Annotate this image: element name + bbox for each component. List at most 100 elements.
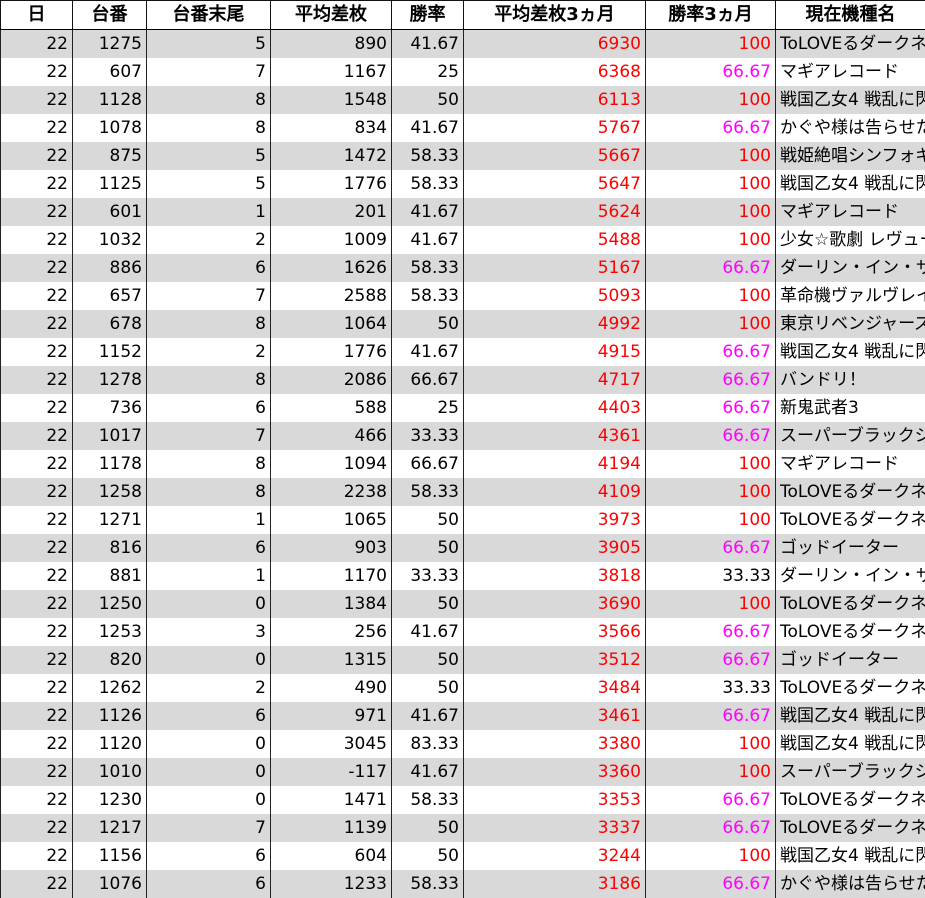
cell-day[interactable]: 22 — [1, 562, 73, 590]
cell-win-rate-3m[interactable]: 100 — [646, 590, 776, 618]
cell-win-rate[interactable]: 50 — [392, 534, 464, 562]
cell-last-digit[interactable]: 2 — [147, 226, 271, 254]
cell-current-model[interactable]: 新鬼武者3 — [776, 394, 925, 422]
cell-day[interactable]: 22 — [1, 366, 73, 394]
cell-avg-diff[interactable]: 1776 — [271, 170, 392, 198]
cell-day[interactable]: 22 — [1, 730, 73, 758]
cell-day[interactable]: 22 — [1, 338, 73, 366]
cell-win-rate[interactable]: 66.67 — [392, 450, 464, 478]
cell-win-rate[interactable]: 33.33 — [392, 422, 464, 450]
cell-current-model[interactable]: 革命機ヴァルヴレイヴ — [776, 282, 925, 310]
cell-win-rate-3m[interactable]: 66.67 — [646, 618, 776, 646]
cell-last-digit[interactable]: 8 — [147, 450, 271, 478]
cell-day[interactable]: 22 — [1, 86, 73, 114]
cell-win-rate-3m[interactable]: 66.67 — [646, 870, 776, 898]
cell-machine-number[interactable]: 1128 — [73, 86, 147, 114]
cell-last-digit[interactable]: 0 — [147, 786, 271, 814]
cell-current-model[interactable]: マギアレコード — [776, 450, 925, 478]
cell-machine-number[interactable]: 816 — [73, 534, 147, 562]
cell-day[interactable]: 22 — [1, 394, 73, 422]
cell-last-digit[interactable]: 0 — [147, 590, 271, 618]
cell-day[interactable]: 22 — [1, 422, 73, 450]
header-machine-number[interactable]: 台番 — [73, 1, 147, 30]
cell-machine-number[interactable]: 1156 — [73, 842, 147, 870]
header-day[interactable]: 日 — [1, 1, 73, 30]
cell-current-model[interactable]: ダーリン・イン・ザ・フランキス — [776, 562, 925, 590]
cell-last-digit[interactable]: 8 — [147, 86, 271, 114]
cell-current-model[interactable]: 少女☆歌劇 レヴュースタァライト — [776, 226, 925, 254]
cell-win-rate[interactable]: 25 — [392, 58, 464, 86]
cell-avg-diff-3m[interactable]: 3337 — [464, 814, 646, 842]
cell-avg-diff[interactable]: 1548 — [271, 86, 392, 114]
cell-avg-diff[interactable]: 2238 — [271, 478, 392, 506]
cell-machine-number[interactable]: 1278 — [73, 366, 147, 394]
cell-current-model[interactable]: 戦国乙女4 戦乱に閃く炯眼の軍師 — [776, 86, 925, 114]
cell-avg-diff-3m[interactable]: 3360 — [464, 758, 646, 786]
cell-current-model[interactable]: 戦国乙女4 戦乱に閃く炯眼の軍師 — [776, 170, 925, 198]
header-current-model[interactable]: 現在機種名 — [776, 1, 925, 30]
cell-win-rate[interactable]: 50 — [392, 310, 464, 338]
cell-avg-diff-3m[interactable]: 6930 — [464, 30, 646, 58]
cell-win-rate[interactable]: 58.33 — [392, 786, 464, 814]
cell-last-digit[interactable]: 6 — [147, 394, 271, 422]
cell-last-digit[interactable]: 6 — [147, 534, 271, 562]
cell-win-rate[interactable]: 41.67 — [392, 618, 464, 646]
cell-avg-diff[interactable]: 1170 — [271, 562, 392, 590]
cell-last-digit[interactable]: 6 — [147, 254, 271, 282]
cell-avg-diff-3m[interactable]: 3461 — [464, 702, 646, 730]
cell-avg-diff-3m[interactable]: 5767 — [464, 114, 646, 142]
cell-machine-number[interactable]: 1010 — [73, 758, 147, 786]
cell-current-model[interactable]: ToLOVEるダークネス — [776, 674, 925, 702]
cell-day[interactable]: 22 — [1, 170, 73, 198]
cell-avg-diff-3m[interactable]: 3244 — [464, 842, 646, 870]
cell-win-rate-3m[interactable]: 100 — [646, 86, 776, 114]
cell-current-model[interactable]: ToLOVEるダークネス — [776, 478, 925, 506]
cell-last-digit[interactable]: 5 — [147, 142, 271, 170]
cell-avg-diff-3m[interactable]: 3484 — [464, 674, 646, 702]
cell-current-model[interactable]: ToLOVEるダークネス — [776, 786, 925, 814]
cell-machine-number[interactable]: 1250 — [73, 590, 147, 618]
cell-day[interactable]: 22 — [1, 226, 73, 254]
cell-last-digit[interactable]: 7 — [147, 282, 271, 310]
cell-current-model[interactable]: ToLOVEるダークネス — [776, 618, 925, 646]
cell-machine-number[interactable]: 1125 — [73, 170, 147, 198]
cell-win-rate-3m[interactable]: 66.67 — [646, 814, 776, 842]
cell-win-rate[interactable]: 83.33 — [392, 730, 464, 758]
cell-avg-diff[interactable]: 1233 — [271, 870, 392, 898]
cell-machine-number[interactable]: 886 — [73, 254, 147, 282]
cell-win-rate[interactable]: 41.67 — [392, 758, 464, 786]
cell-current-model[interactable]: ダーリン・イン・ザ・フランキス — [776, 254, 925, 282]
cell-win-rate[interactable]: 50 — [392, 86, 464, 114]
cell-win-rate[interactable]: 50 — [392, 814, 464, 842]
cell-machine-number[interactable]: 1258 — [73, 478, 147, 506]
cell-avg-diff[interactable]: 588 — [271, 394, 392, 422]
header-win-rate-3m[interactable]: 勝率3ヵ月 — [646, 1, 776, 30]
cell-win-rate-3m[interactable]: 100 — [646, 282, 776, 310]
cell-avg-diff-3m[interactable]: 4194 — [464, 450, 646, 478]
cell-last-digit[interactable]: 5 — [147, 30, 271, 58]
cell-avg-diff[interactable]: 890 — [271, 30, 392, 58]
cell-machine-number[interactable]: 1262 — [73, 674, 147, 702]
cell-day[interactable]: 22 — [1, 30, 73, 58]
cell-win-rate[interactable]: 41.67 — [392, 114, 464, 142]
cell-avg-diff[interactable]: 1167 — [271, 58, 392, 86]
header-win-rate[interactable]: 勝率 — [392, 1, 464, 30]
cell-machine-number[interactable]: 1230 — [73, 786, 147, 814]
cell-avg-diff[interactable]: 1009 — [271, 226, 392, 254]
cell-avg-diff-3m[interactable]: 3566 — [464, 618, 646, 646]
cell-avg-diff[interactable]: 256 — [271, 618, 392, 646]
cell-machine-number[interactable]: 1178 — [73, 450, 147, 478]
cell-last-digit[interactable]: 1 — [147, 198, 271, 226]
cell-avg-diff-3m[interactable]: 4403 — [464, 394, 646, 422]
cell-avg-diff[interactable]: 3045 — [271, 730, 392, 758]
cell-last-digit[interactable]: 7 — [147, 814, 271, 842]
cell-win-rate-3m[interactable]: 100 — [646, 198, 776, 226]
cell-current-model[interactable]: 戦国乙女4 戦乱に閃く炯眼の軍師 — [776, 702, 925, 730]
cell-win-rate-3m[interactable]: 66.67 — [646, 786, 776, 814]
cell-avg-diff[interactable]: 1776 — [271, 338, 392, 366]
cell-day[interactable]: 22 — [1, 758, 73, 786]
cell-machine-number[interactable]: 1275 — [73, 30, 147, 58]
cell-avg-diff-3m[interactable]: 3818 — [464, 562, 646, 590]
cell-avg-diff-3m[interactable]: 5488 — [464, 226, 646, 254]
cell-avg-diff[interactable]: 1094 — [271, 450, 392, 478]
